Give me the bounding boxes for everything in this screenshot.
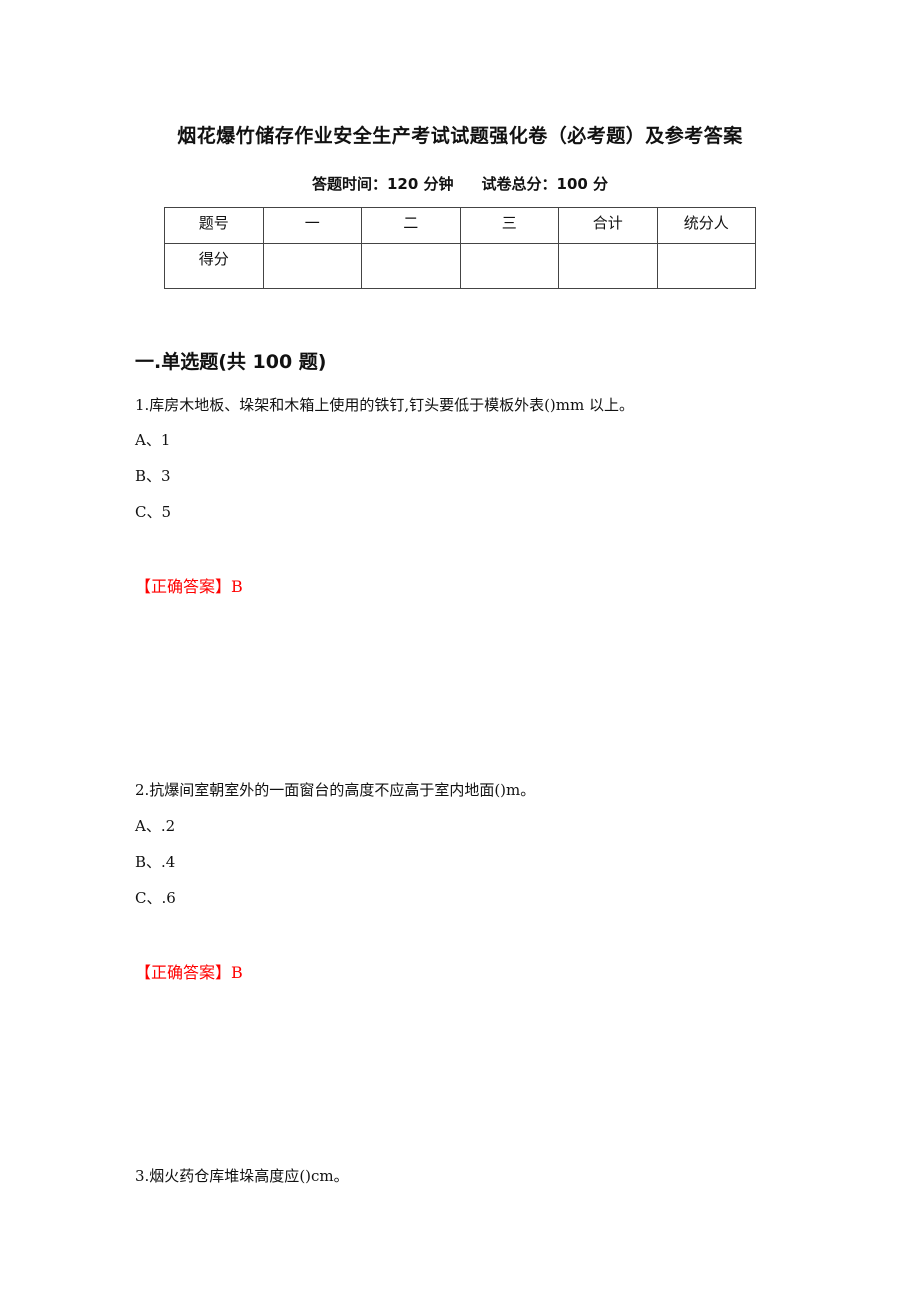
section-heading: 一.单选题(共 100 题) xyxy=(135,351,327,373)
score-cell: 三 xyxy=(459,207,559,244)
question-2-option-b: B、.4 xyxy=(135,853,176,871)
score-cell: 题号 xyxy=(164,207,264,244)
question-1-option-b: B、3 xyxy=(135,467,171,485)
question-1-answer: 【正确答案】B xyxy=(135,573,243,597)
question-2-answer: 【正确答案】B xyxy=(135,959,243,983)
answer-value: B xyxy=(231,963,243,982)
score-cell xyxy=(262,243,362,289)
score-cell xyxy=(558,243,658,289)
score-cell: 统分人 xyxy=(656,207,756,244)
score-cell: 一 xyxy=(262,207,362,244)
score-cell xyxy=(459,243,559,289)
question-2-text: 2.抗爆间室朝室外的一面窗台的高度不应高于室内地面()m。 xyxy=(135,781,536,799)
question-3-text: 3.烟火药仓库堆垛高度应()cm。 xyxy=(135,1167,349,1185)
exam-total-score: 试卷总分：100 分 xyxy=(481,175,609,193)
question-1-option-c: C、5 xyxy=(135,503,172,521)
document-title: 烟花爆竹储存作业安全生产考试试题强化卷（必考题）及参考答案 xyxy=(177,125,743,147)
score-cell: 二 xyxy=(361,207,461,244)
score-cell: 合计 xyxy=(558,207,658,244)
exam-meta: 答题时间：120 分钟 试卷总分：100 分 xyxy=(0,173,920,194)
score-table: 题号 一 二 三 合计 统分人 得分 xyxy=(164,207,756,289)
score-cell: 得分 xyxy=(164,243,264,289)
score-table-header-row: 题号 一 二 三 合计 统分人 xyxy=(164,207,756,244)
answer-label: 【正确答案】 xyxy=(135,577,232,596)
score-cell xyxy=(361,243,461,289)
score-table-score-row: 得分 xyxy=(164,243,756,289)
score-cell xyxy=(656,243,756,289)
question-2-option-a: A、.2 xyxy=(135,817,176,835)
answer-value: B xyxy=(231,577,243,596)
question-1-text: 1.库房木地板、垛架和木箱上使用的铁钉,钉头要低于模板外表()mm 以上。 xyxy=(135,396,635,414)
exam-time: 答题时间：120 分钟 xyxy=(311,175,454,193)
answer-label: 【正确答案】 xyxy=(135,963,232,982)
question-1-option-a: A、1 xyxy=(135,431,171,449)
question-2-option-c: C、.6 xyxy=(135,889,176,907)
